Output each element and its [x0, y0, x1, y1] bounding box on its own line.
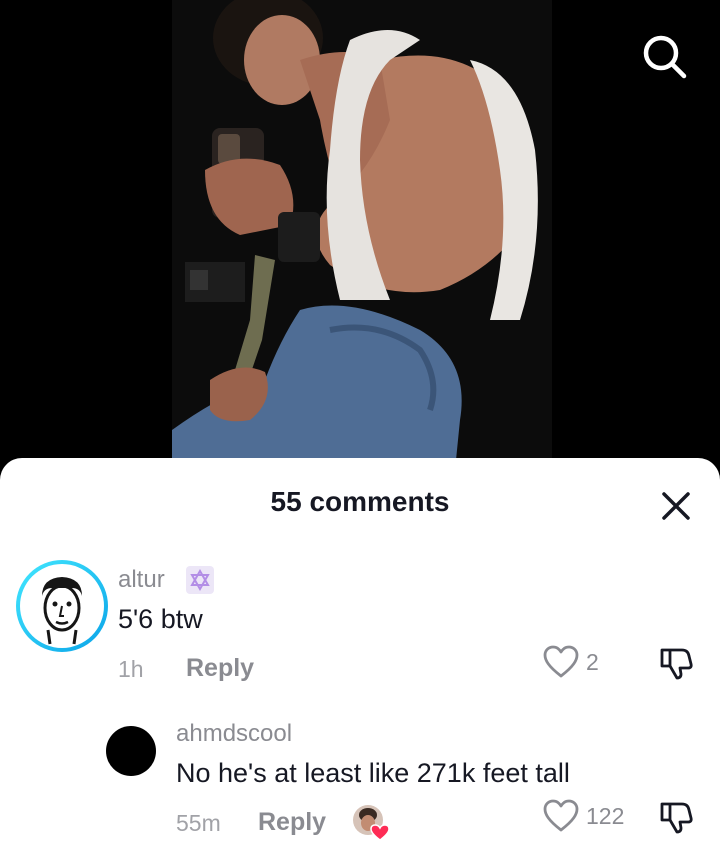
- search-button[interactable]: [638, 30, 690, 82]
- avatar-face-icon: [20, 564, 104, 648]
- dislike-button[interactable]: [658, 644, 694, 685]
- search-icon: [643, 35, 687, 79]
- like-button[interactable]: 122: [542, 798, 624, 834]
- avatar[interactable]: [106, 726, 156, 776]
- comments-count-title: 55 comments: [270, 486, 450, 517]
- like-count: 2: [586, 648, 599, 675]
- comment-text: No he's at least like 271k feet tall: [176, 758, 570, 788]
- thumbs-down-icon: [660, 802, 693, 834]
- heart-icon: [543, 645, 579, 678]
- like-count: 122: [586, 802, 625, 829]
- close-button[interactable]: [656, 486, 696, 526]
- avatar[interactable]: [16, 560, 108, 652]
- comment-text: 5'6 btw: [118, 604, 203, 634]
- comment-time: 55m: [176, 810, 221, 836]
- heart-icon: [543, 799, 579, 832]
- comment-item: altur 5'6 btw 1h Reply 2: [0, 558, 720, 698]
- comment-item: ahmdscool No he's at least like 271k fee…: [0, 716, 720, 866]
- comment-time: 1h: [118, 656, 144, 682]
- video-frame: [0, 0, 720, 470]
- reply-button[interactable]: Reply: [258, 808, 326, 837]
- star-of-david-icon: [186, 566, 214, 594]
- close-icon: [662, 492, 690, 520]
- comment-username[interactable]: ahmdscool: [176, 720, 292, 748]
- reply-button[interactable]: Reply: [186, 654, 254, 683]
- thumbs-down-icon: [660, 648, 693, 680]
- comments-sheet: 55 comments altur 5'6 btw 1h Reply 2 ahm…: [0, 458, 720, 866]
- like-button[interactable]: 2: [542, 644, 599, 680]
- creator-liked-avatar-icon: [352, 804, 392, 842]
- video-player[interactable]: [0, 0, 720, 470]
- dislike-button[interactable]: [658, 798, 694, 839]
- comment-username[interactable]: altur: [118, 566, 165, 594]
